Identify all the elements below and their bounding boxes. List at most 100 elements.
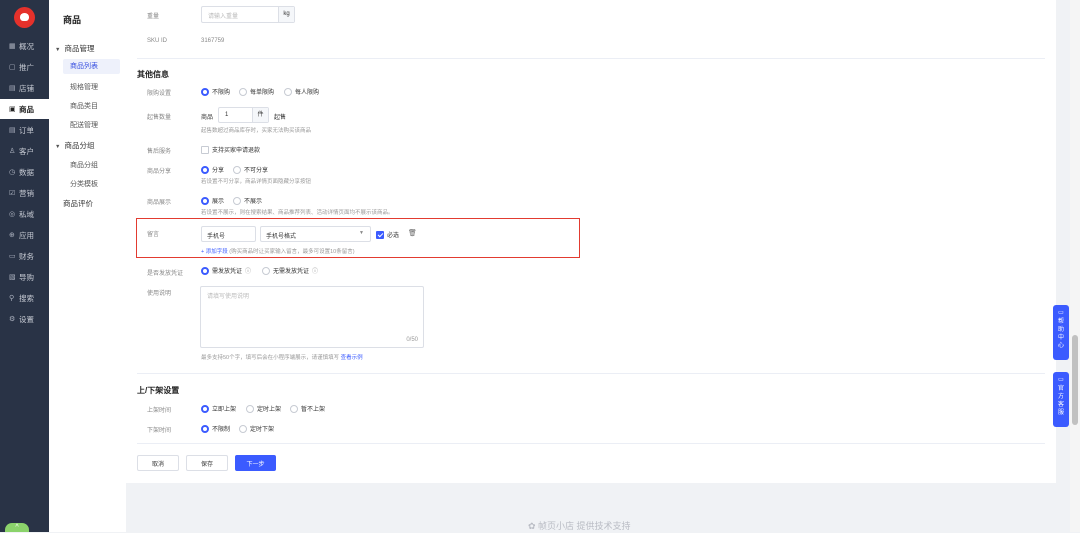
nav-overview[interactable]: ▦ 概况 (0, 36, 49, 56)
nav-search[interactable]: ⚲ 搜索 (0, 288, 49, 308)
nav-finance[interactable]: ▭ 财务 (0, 246, 49, 266)
radio-not-yet[interactable]: 暂不上架 (290, 404, 325, 413)
usage-hint: 最多支持50个字，填写后会在小程序端展示，请谨慎填写 (201, 355, 340, 361)
divider (137, 443, 1045, 444)
purchase-limit-label: 限购设置 (147, 91, 172, 97)
nav-store[interactable]: ▤ 店铺 (0, 78, 49, 98)
caret-down-icon: ▼ (55, 144, 61, 150)
customer-service-button[interactable]: ▭ 官 方 客 服 (1053, 372, 1069, 427)
radio-label: 每人限购 (295, 90, 320, 96)
radio-scheduled[interactable]: 定时上架 (246, 404, 281, 413)
radio-unlimited[interactable]: 不限制 (201, 424, 230, 433)
subnav-item-reviews[interactable]: 商品评价 (63, 198, 93, 209)
radio-label: 定时上架 (257, 407, 282, 413)
radio-label: 不可分享 (244, 168, 269, 174)
store-icon: ▤ (9, 85, 16, 92)
nav-orders[interactable]: ▤ 订单 (0, 120, 49, 140)
nav-apps[interactable]: ⊕ 应用 (0, 225, 49, 245)
nav-private[interactable]: ◎ 私域 (0, 204, 49, 224)
radio-no-limit[interactable]: 不限购 (201, 87, 230, 96)
required-checkbox[interactable]: 必选 (376, 230, 399, 239)
nav-label: 设置 (19, 314, 34, 324)
radio-immediate[interactable]: 立即上架 (201, 404, 236, 413)
weight-placeholder: 请输入重量 (208, 14, 239, 20)
message-type-select[interactable]: 手机号格式 ▼ (260, 226, 371, 242)
view-example-link[interactable]: 查看示例 (341, 355, 363, 361)
radio-per-person[interactable]: 每人限购 (284, 87, 319, 96)
chat-icon: ▭ (1058, 377, 1064, 383)
scrollbar-thumb[interactable] (1072, 335, 1078, 425)
help-center-button[interactable]: ▭ 帮 助 中 心 (1053, 305, 1069, 360)
trash-icon[interactable]: 🗑 (408, 229, 417, 237)
radio-label: 需发放凭证 (212, 269, 243, 275)
nav-customers[interactable]: ♙ 客户 (0, 141, 49, 161)
nav-label: 商品 (19, 104, 34, 114)
subnav-item-goods-list[interactable]: 商品列表 (63, 59, 120, 74)
radio-no-share[interactable]: 不可分享 (233, 165, 268, 174)
subnav-group-goods-group[interactable]: ▼ 商品分组 (55, 140, 94, 151)
radio-label: 不展示 (244, 199, 263, 205)
subnav-item-delivery[interactable]: 配送管理 (70, 120, 98, 130)
float-char: 官 (1057, 386, 1064, 392)
min-qty-suffix: 起售 (274, 115, 287, 121)
subnav-item-category[interactable]: 商品类目 (70, 101, 98, 111)
radio-dot (239, 87, 247, 96)
nav-settings[interactable]: ⚙ 设置 (0, 309, 49, 329)
subnav-item-template[interactable]: 分类模板 (70, 179, 98, 189)
goods-icon: ▣ (9, 106, 16, 113)
message-field-name-input[interactable]: 手机号 (201, 226, 256, 242)
nav-guide[interactable]: ▧ 导购 (0, 267, 49, 287)
checkbox-box (376, 230, 384, 239)
radio-share[interactable]: 分享 (201, 165, 224, 174)
page-scrollbar[interactable] (1070, 0, 1080, 532)
nav-goods[interactable]: ▣ 商品 (0, 99, 49, 119)
min-qty-input[interactable]: 1 件 (218, 107, 269, 123)
radio-need-voucher[interactable]: 需发放凭证 ⓘ (201, 266, 251, 275)
help-icon[interactable]: ⓘ (312, 266, 318, 275)
help-icon[interactable]: ⓘ (245, 266, 251, 275)
app-logo[interactable] (14, 7, 35, 28)
radio-scheduled-off[interactable]: 定时下架 (239, 424, 274, 433)
radio-dot (201, 87, 209, 96)
nav-label: 应用 (19, 230, 34, 240)
subnav-group-goods-management[interactable]: ▼ 商品管理 (55, 43, 94, 54)
cancel-button[interactable]: 取消 (137, 455, 179, 471)
add-field-link[interactable]: + 添加字段 (201, 249, 228, 255)
usage-textarea[interactable]: 请填写使用说明 0/50 (200, 286, 424, 348)
nav-marketing[interactable]: ☑ 营销 (0, 183, 49, 203)
nav-label: 私域 (19, 209, 34, 219)
weight-input[interactable]: 请输入重量 kg (201, 6, 295, 23)
nav-label: 店铺 (19, 83, 34, 93)
min-qty-hint: 起售数超过商品库存时，买家无法购买该商品 (201, 128, 312, 134)
radio-display[interactable]: 展示 (201, 196, 224, 205)
radio-label: 暂不上架 (301, 407, 326, 413)
radio-label: 每单限购 (250, 90, 275, 96)
nav-label: 营销 (19, 188, 34, 198)
float-char: 服 (1057, 410, 1064, 416)
float-char: 客 (1057, 402, 1064, 408)
nav-label: 客户 (19, 146, 34, 156)
float-char: 帮 (1057, 319, 1064, 325)
float-char: 方 (1057, 394, 1064, 400)
divider (137, 373, 1045, 374)
save-button[interactable]: 保存 (186, 455, 228, 471)
subnav-item-spec[interactable]: 规格管理 (70, 82, 98, 92)
checkbox-box (201, 145, 209, 154)
help-icon: ▭ (1058, 310, 1064, 316)
next-step-button[interactable]: 下一步 (235, 455, 276, 471)
divider (137, 58, 1045, 59)
radio-dot (233, 196, 241, 205)
radio-no-voucher[interactable]: 无需发放凭证 ⓘ (262, 266, 318, 275)
nav-promote[interactable]: ▢ 推广 (0, 57, 49, 77)
radio-per-order[interactable]: 每单限购 (239, 87, 274, 96)
form-panel: 重量 请输入重量 kg SKU ID 3167759 其他信息 限购设置 不限购… (126, 0, 1056, 483)
subnav-item-goods-group[interactable]: 商品分组 (70, 160, 98, 170)
nav-label: 推广 (19, 62, 34, 72)
sku-label: SKU ID (147, 38, 168, 44)
collapse-sidebar-button[interactable]: ^ (5, 523, 29, 532)
nav-data[interactable]: ◷ 数据 (0, 162, 49, 182)
data-icon: ◷ (9, 169, 16, 176)
nav-label: 数据 (19, 167, 34, 177)
radio-no-display[interactable]: 不展示 (233, 196, 262, 205)
refund-checkbox[interactable]: 支持买家申请退款 (201, 145, 260, 154)
